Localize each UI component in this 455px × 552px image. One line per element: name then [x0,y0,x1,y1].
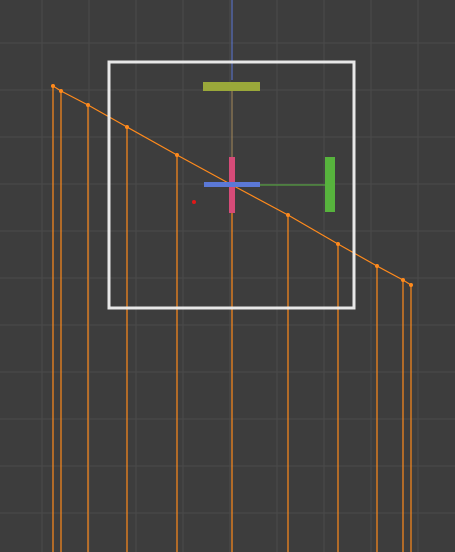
mesh-vertex[interactable] [336,242,340,246]
gizmo-y-handle[interactable] [325,157,335,212]
mesh-vertex[interactable] [175,153,179,157]
gizmo-top-handle[interactable] [203,82,260,91]
mesh-vertex[interactable] [51,84,55,88]
gizmo-x-handle[interactable] [204,182,260,187]
mesh-vertex[interactable] [286,213,290,217]
mesh-vertex[interactable] [401,278,405,282]
mesh-vertex[interactable] [409,283,413,287]
mesh-vertex[interactable] [86,103,90,107]
mesh-vertex[interactable] [125,125,129,129]
origin-marker-icon [192,200,196,204]
viewport-canvas[interactable] [0,0,455,552]
3d-viewport[interactable] [0,0,455,552]
mesh-vertex[interactable] [375,264,379,268]
mesh-vertex[interactable] [59,89,63,93]
